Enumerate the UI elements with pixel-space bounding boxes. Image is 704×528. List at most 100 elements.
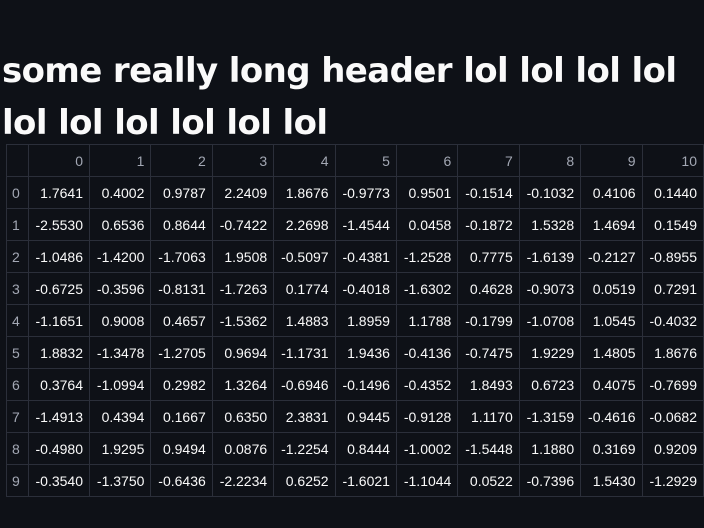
- table-cell[interactable]: -1.7063: [150, 240, 213, 273]
- table-cell[interactable]: -1.3159: [518, 400, 582, 433]
- table-cell[interactable]: -1.3750: [88, 464, 152, 497]
- table-cell[interactable]: 1.7641: [27, 176, 91, 209]
- table-cell[interactable]: 1.9436: [334, 336, 397, 369]
- table-cell[interactable]: 0.0519: [580, 272, 643, 305]
- table-cell[interactable]: 0.3764: [27, 368, 91, 401]
- table-cell[interactable]: -0.1496: [334, 368, 397, 401]
- table-cell[interactable]: 0.6723: [518, 368, 582, 401]
- table-cell[interactable]: -0.4381: [334, 240, 397, 273]
- table-cell[interactable]: -1.5448: [457, 432, 520, 465]
- table-cell[interactable]: 0.3169: [580, 432, 643, 465]
- table-cell[interactable]: -1.6139: [518, 240, 582, 273]
- table-cell[interactable]: 0.6350: [211, 400, 275, 433]
- table-cell[interactable]: -0.4616: [580, 400, 643, 433]
- column-header[interactable]: 0: [27, 144, 91, 177]
- table-cell[interactable]: -0.7396: [518, 464, 582, 497]
- table-cell[interactable]: 1.1788: [395, 304, 459, 337]
- table-cell[interactable]: -1.2929: [641, 464, 704, 497]
- table-cell[interactable]: -0.4980: [27, 432, 91, 465]
- table-cell[interactable]: -0.3540: [27, 464, 91, 497]
- table-cell[interactable]: 0.4106: [580, 176, 643, 209]
- table-cell[interactable]: -0.6725: [27, 272, 91, 305]
- column-header[interactable]: 6: [395, 144, 459, 177]
- column-header[interactable]: 5: [334, 144, 397, 177]
- table-cell[interactable]: -0.4032: [641, 304, 704, 337]
- table-cell[interactable]: -1.1651: [27, 304, 91, 337]
- column-header[interactable]: 8: [518, 144, 582, 177]
- table-cell[interactable]: -1.4200: [88, 240, 152, 273]
- table-cell[interactable]: 1.4883: [273, 304, 336, 337]
- table-cell[interactable]: -0.9773: [334, 176, 397, 209]
- table-cell[interactable]: 1.8676: [273, 176, 336, 209]
- table-cell[interactable]: 1.3264: [211, 368, 275, 401]
- table-cell[interactable]: 0.0876: [211, 432, 275, 465]
- column-header[interactable]: 7: [457, 144, 520, 177]
- table-cell[interactable]: 2.2409: [211, 176, 275, 209]
- table-cell[interactable]: -1.2705: [150, 336, 213, 369]
- table-cell[interactable]: -0.9073: [518, 272, 582, 305]
- table-cell[interactable]: 0.4628: [457, 272, 520, 305]
- table-cell[interactable]: 0.4394: [88, 400, 152, 433]
- table-cell[interactable]: -1.4544: [334, 208, 397, 241]
- table-cell[interactable]: -1.6302: [395, 272, 459, 305]
- table-cell[interactable]: 1.9229: [518, 336, 582, 369]
- table-cell[interactable]: -0.4352: [395, 368, 459, 401]
- table-cell[interactable]: -0.4136: [395, 336, 459, 369]
- table-cell[interactable]: 0.1774: [273, 272, 336, 305]
- table-cell[interactable]: 1.5430: [580, 464, 643, 497]
- table-cell[interactable]: 0.9501: [395, 176, 459, 209]
- table-cell[interactable]: 0.7291: [641, 272, 704, 305]
- table-cell[interactable]: 1.1880: [518, 432, 582, 465]
- table-cell[interactable]: -0.1799: [457, 304, 520, 337]
- table-cell[interactable]: 1.9508: [211, 240, 275, 273]
- table-cell[interactable]: -0.2127: [580, 240, 643, 273]
- table-cell[interactable]: -1.0994: [88, 368, 152, 401]
- table-cell[interactable]: 1.8959: [334, 304, 397, 337]
- table-cell[interactable]: -1.0486: [27, 240, 91, 273]
- table-cell[interactable]: -1.1731: [273, 336, 336, 369]
- table-cell[interactable]: -0.5097: [273, 240, 336, 273]
- table-cell[interactable]: -0.1032: [518, 176, 582, 209]
- table-cell[interactable]: 0.8644: [150, 208, 213, 241]
- table-cell[interactable]: 0.9008: [88, 304, 152, 337]
- table-cell[interactable]: -0.9128: [395, 400, 459, 433]
- table-cell[interactable]: 0.4657: [150, 304, 213, 337]
- table-cell[interactable]: 0.2982: [150, 368, 213, 401]
- table-cell[interactable]: -0.1514: [457, 176, 520, 209]
- table-cell[interactable]: 0.4075: [580, 368, 643, 401]
- table-cell[interactable]: -0.4018: [334, 272, 397, 305]
- column-header[interactable]: 10: [641, 144, 704, 177]
- column-header[interactable]: 4: [273, 144, 336, 177]
- table-cell[interactable]: 1.8676: [641, 336, 704, 369]
- table-cell[interactable]: -0.1872: [457, 208, 520, 241]
- table-cell[interactable]: -1.1044: [395, 464, 459, 497]
- table-cell[interactable]: 0.1667: [150, 400, 213, 433]
- table-cell[interactable]: 1.9295: [88, 432, 152, 465]
- table-cell[interactable]: 0.9787: [150, 176, 213, 209]
- table-cell[interactable]: 1.8832: [27, 336, 91, 369]
- table-cell[interactable]: 2.3831: [273, 400, 336, 433]
- table-cell[interactable]: 0.0522: [457, 464, 520, 497]
- table-cell[interactable]: -1.7263: [211, 272, 275, 305]
- table-cell[interactable]: 1.1170: [457, 400, 520, 433]
- table-cell[interactable]: 0.6252: [273, 464, 336, 497]
- table-cell[interactable]: -0.7475: [457, 336, 520, 369]
- dataframe[interactable]: 0 1 2 3 4 5 6 7 8 9 10 0 1.7641 0.4002 0.9787 2.2409 1.…: [6, 144, 704, 510]
- table-cell[interactable]: -0.6436: [150, 464, 213, 497]
- table-cell[interactable]: 0.4002: [88, 176, 152, 209]
- table-cell[interactable]: -1.0002: [395, 432, 459, 465]
- table-cell[interactable]: 0.0458: [395, 208, 459, 241]
- column-header[interactable]: 2: [150, 144, 213, 177]
- table-cell[interactable]: 1.4805: [580, 336, 643, 369]
- table-cell[interactable]: -2.5530: [27, 208, 91, 241]
- table-cell[interactable]: -1.3478: [88, 336, 152, 369]
- table-cell[interactable]: 0.9694: [211, 336, 275, 369]
- table-cell[interactable]: 0.9445: [334, 400, 397, 433]
- table-cell[interactable]: -0.7699: [641, 368, 704, 401]
- table-cell[interactable]: 1.0545: [580, 304, 643, 337]
- table-cell[interactable]: 1.5328: [518, 208, 582, 241]
- table-cell[interactable]: -0.8131: [150, 272, 213, 305]
- table-cell[interactable]: 2.2698: [273, 208, 336, 241]
- table-cell[interactable]: -1.0708: [518, 304, 582, 337]
- table-cell[interactable]: -1.6021: [334, 464, 397, 497]
